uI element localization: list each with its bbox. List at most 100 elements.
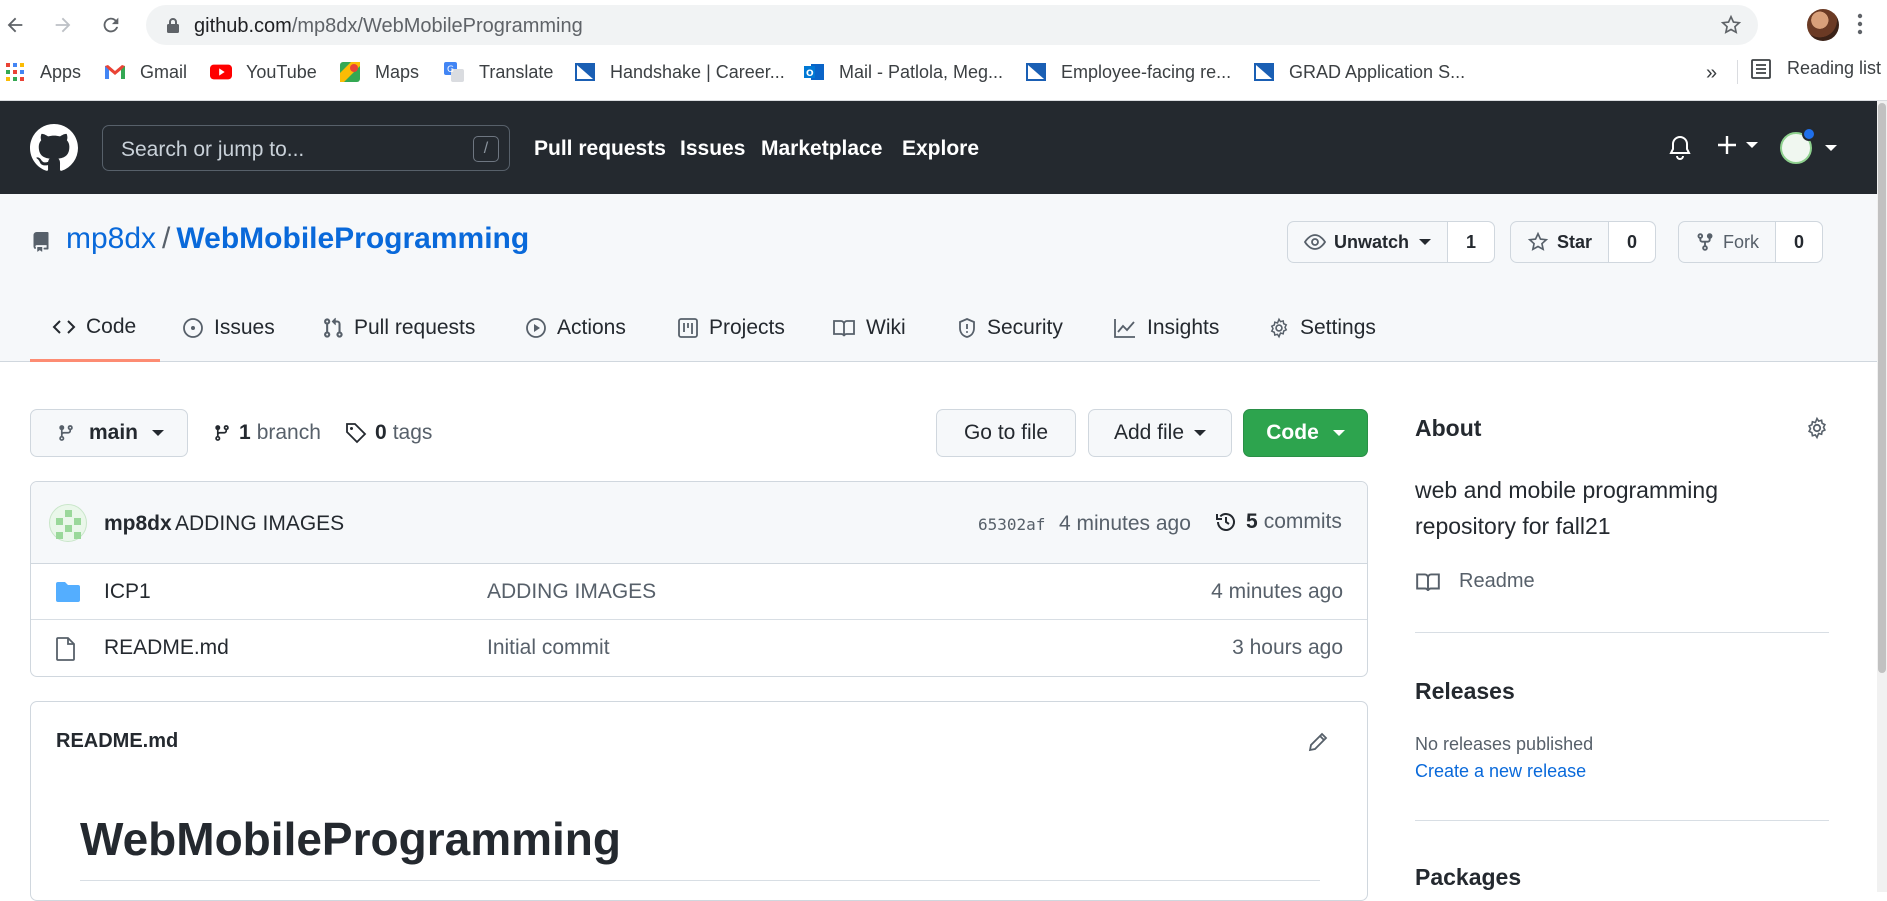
- bookmark-grad[interactable]: GRAD Application S...: [1253, 58, 1465, 86]
- unwatch-label: Unwatch: [1334, 231, 1410, 252]
- releases-title[interactable]: Releases: [1415, 678, 1515, 705]
- create-new-dropdown[interactable]: [1716, 134, 1758, 156]
- reading-list-icon: [1751, 58, 1771, 79]
- file-commit-message[interactable]: Initial commit: [487, 636, 610, 660]
- fork-button[interactable]: Fork: [1679, 222, 1776, 262]
- tab-code[interactable]: Code: [30, 294, 160, 362]
- code-button[interactable]: Code: [1243, 409, 1368, 457]
- commit-message[interactable]: ADDING IMAGES: [175, 512, 344, 536]
- bookmark-handshake[interactable]: Handshake | Career...: [574, 58, 785, 86]
- file-row[interactable]: README.md Initial commit 3 hours ago: [31, 620, 1367, 676]
- tab-projects[interactable]: Projects: [677, 294, 785, 362]
- tab-security[interactable]: Security: [957, 294, 1063, 362]
- nav-issues[interactable]: Issues: [680, 137, 745, 161]
- bookmark-star-icon[interactable]: [1720, 14, 1742, 36]
- git-branch-icon: [59, 425, 73, 441]
- watch-count[interactable]: 1: [1448, 222, 1495, 262]
- avatar-menu-chevron-icon[interactable]: [1825, 145, 1837, 151]
- commits-history-link[interactable]: 5 commits: [1214, 510, 1342, 534]
- readme-divider: [80, 880, 1320, 881]
- url-text: github.com/mp8dx/WebMobileProgramming: [194, 15, 583, 38]
- branches-link[interactable]: 1 branch: [213, 421, 321, 445]
- reading-list-label: Reading list: [1787, 58, 1882, 78]
- tab-actions[interactable]: Actions: [525, 294, 626, 362]
- bookmark-mail[interactable]: O Mail - Patlola, Meg...: [803, 58, 1003, 86]
- star-count[interactable]: 0: [1609, 222, 1656, 262]
- browser-menu-icon[interactable]: [1857, 12, 1863, 36]
- tab-settings[interactable]: Settings: [1268, 294, 1376, 362]
- fork-count[interactable]: 0: [1776, 222, 1822, 262]
- bookmark-maps[interactable]: Maps: [339, 58, 419, 86]
- tab-pull-requests[interactable]: Pull requests: [322, 294, 475, 362]
- bookmark-apps[interactable]: Apps: [4, 58, 81, 86]
- star-icon: [1527, 231, 1549, 251]
- youtube-icon: [210, 61, 232, 83]
- file-name[interactable]: README.md: [104, 636, 229, 660]
- history-icon: [1216, 513, 1235, 531]
- commit-author[interactable]: mp8dx: [104, 512, 172, 536]
- back-button[interactable]: [0, 10, 30, 40]
- forward-button[interactable]: [48, 10, 78, 40]
- bookmark-youtube[interactable]: YouTube: [210, 58, 317, 86]
- repo-owner-link[interactable]: mp8dx: [66, 222, 156, 255]
- reading-list-button[interactable]: Reading list: [1751, 58, 1881, 79]
- chevron-down-icon: [152, 430, 165, 436]
- gear-icon[interactable]: [1805, 416, 1829, 440]
- unwatch-button[interactable]: Unwatch: [1288, 222, 1449, 262]
- notifications-bell-icon[interactable]: [1668, 135, 1692, 161]
- file-time: 4 minutes ago: [1211, 580, 1343, 603]
- bookmark-employee[interactable]: Employee-facing re...: [1025, 58, 1231, 86]
- bookmark-label: Maps: [375, 61, 420, 82]
- nav-explore[interactable]: Explore: [902, 137, 979, 161]
- reload-button[interactable]: [96, 10, 126, 40]
- bookmark-label: GRAD Application S...: [1289, 61, 1466, 82]
- go-to-file-button[interactable]: Go to file: [936, 409, 1076, 457]
- bookmark-flag-icon: [1253, 61, 1275, 83]
- star-button[interactable]: Star: [1511, 222, 1610, 262]
- browser-profile-avatar[interactable]: [1807, 9, 1839, 41]
- add-file-button[interactable]: Add file: [1088, 409, 1232, 457]
- pencil-icon[interactable]: [1307, 731, 1329, 753]
- file-browser: mp8dx ADDING IMAGES 65302af 4 minutes ag…: [30, 481, 1368, 677]
- readme-heading: WebMobileProgramming: [80, 813, 621, 865]
- more-bookmarks-button[interactable]: »: [1706, 62, 1717, 85]
- bookmark-gmail[interactable]: Gmail: [104, 58, 187, 86]
- packages-title[interactable]: Packages: [1415, 864, 1521, 891]
- branch-selector[interactable]: main: [30, 409, 188, 457]
- status-dot: [1802, 127, 1816, 141]
- create-release-link[interactable]: Create a new release: [1415, 761, 1586, 782]
- apps-grid-icon: [4, 61, 26, 83]
- github-header: Search or jump to... / Pull requests Iss…: [0, 101, 1877, 194]
- project-board-icon: [678, 318, 698, 338]
- nav-marketplace[interactable]: Marketplace: [761, 137, 882, 161]
- tags-link[interactable]: 0 tags: [345, 421, 432, 445]
- commit-sha[interactable]: 65302af: [978, 515, 1045, 534]
- watch-group: Unwatch 1: [1287, 221, 1496, 263]
- url-path: /mp8dx/WebMobileProgramming: [291, 15, 583, 37]
- sidebar-divider: [1415, 820, 1829, 821]
- plus-icon: [1718, 136, 1736, 154]
- bookmark-translate[interactable]: G Translate: [443, 58, 553, 86]
- branch-count: 1: [239, 421, 251, 444]
- book-icon: [1416, 572, 1440, 591]
- nav-pull-requests[interactable]: Pull requests: [534, 137, 666, 161]
- file-commit-message[interactable]: ADDING IMAGES: [487, 580, 656, 604]
- tab-insights[interactable]: Insights: [1113, 294, 1219, 362]
- address-bar[interactable]: github.com/mp8dx/WebMobileProgramming: [146, 5, 1758, 45]
- tab-issues[interactable]: Issues: [182, 294, 275, 362]
- add-file-label: Add file: [1113, 421, 1185, 444]
- gear-icon: [1270, 317, 1288, 339]
- repo-name-link[interactable]: WebMobileProgramming: [176, 222, 529, 255]
- search-input[interactable]: Search or jump to... /: [102, 125, 510, 171]
- chevron-down-icon: [1332, 430, 1345, 436]
- tab-label: Actions: [557, 316, 626, 339]
- scrollbar-thumb[interactable]: [1878, 103, 1886, 673]
- file-row[interactable]: ICP1 ADDING IMAGES 4 minutes ago: [31, 564, 1367, 620]
- bookmark-flag-icon: [574, 61, 596, 83]
- github-logo-icon[interactable]: [30, 124, 78, 172]
- tab-wiki[interactable]: Wiki: [832, 294, 906, 362]
- readme-link[interactable]: Readme: [1415, 570, 1535, 593]
- file-name[interactable]: ICP1: [104, 580, 151, 604]
- svg-text:G: G: [447, 65, 454, 75]
- commit-author-avatar[interactable]: [49, 504, 87, 542]
